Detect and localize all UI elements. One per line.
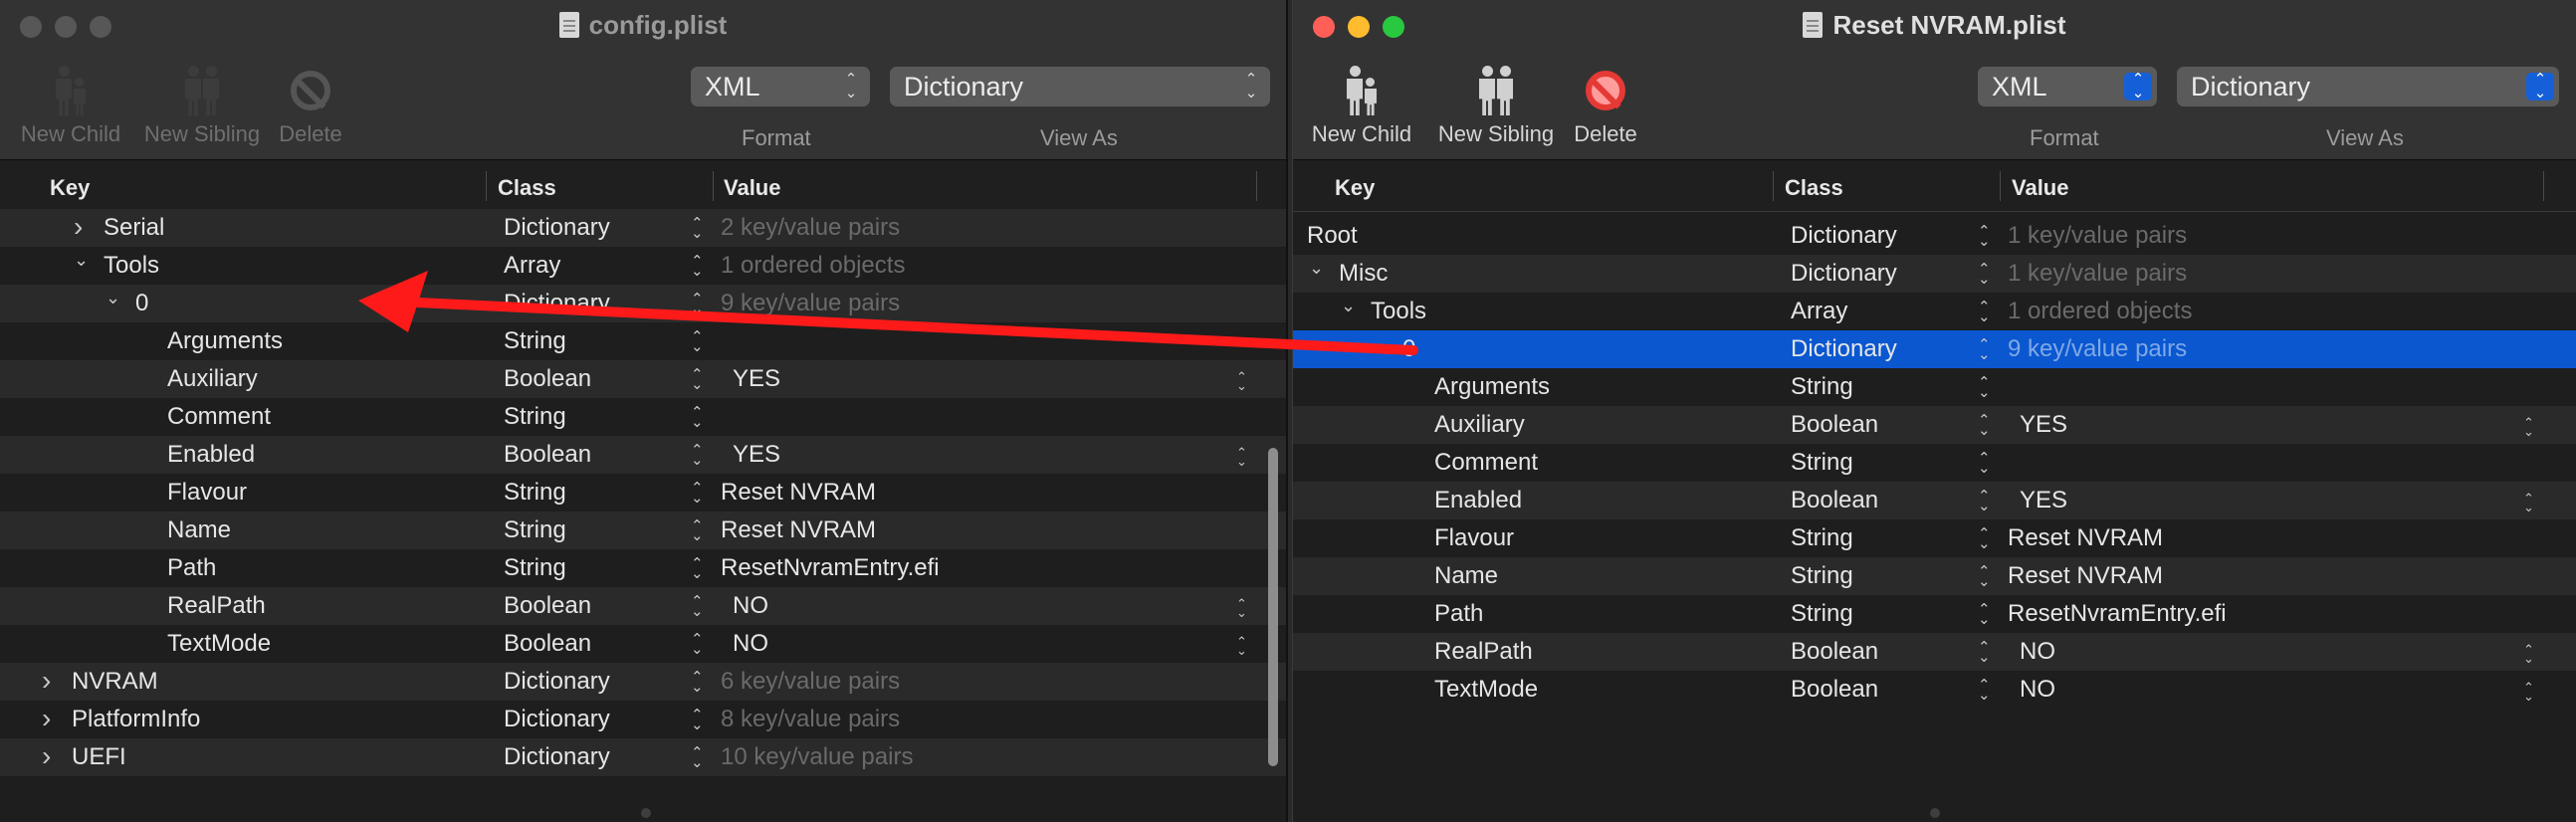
annotation-arrow bbox=[358, 271, 1418, 355]
arrow-head bbox=[358, 271, 428, 332]
arrow-shaft bbox=[413, 298, 1418, 355]
